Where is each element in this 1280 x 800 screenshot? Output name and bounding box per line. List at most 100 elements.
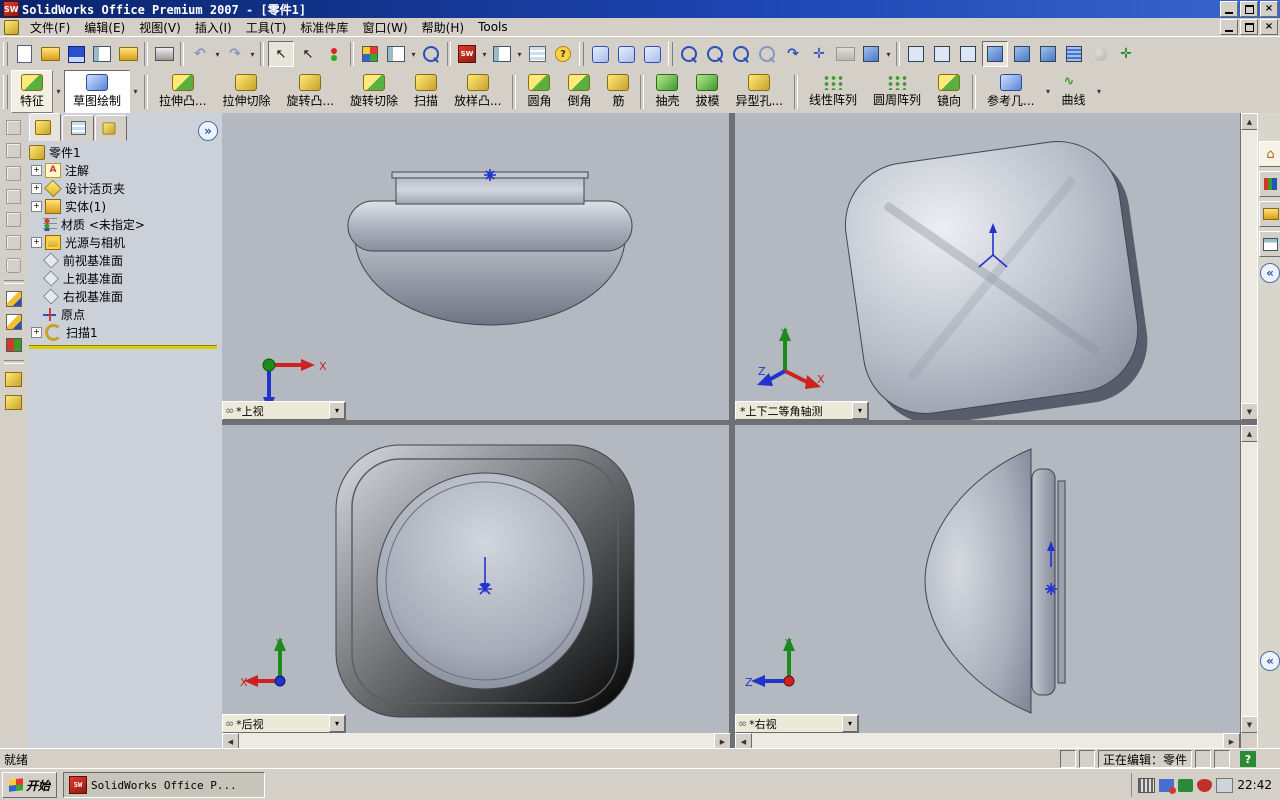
doc-minimize-button[interactable]	[1220, 19, 1238, 35]
tool-spiral-button[interactable]	[640, 42, 664, 66]
view-top-button[interactable]	[3, 209, 25, 229]
extrude-cut-button[interactable]: 拉伸切除	[214, 70, 278, 113]
rotate-disabled-button[interactable]	[833, 42, 857, 66]
curves-button[interactable]: ∿ 曲线	[1053, 70, 1093, 113]
viewport-isometric[interactable]: Y X Z *上下二等角轴测 ▾	[735, 113, 1240, 420]
tree-item-right-plane[interactable]: 右视基准面	[27, 287, 222, 305]
sketch-tab-button[interactable]: 草图绘制	[64, 70, 131, 113]
toolbar-grip[interactable]	[579, 42, 584, 66]
sweep-button[interactable]: 扫描	[406, 70, 446, 113]
rotate-view-button[interactable]: ↷	[781, 42, 805, 66]
make-drawing-button[interactable]	[90, 42, 114, 66]
magnifier-tray-icon[interactable]	[1178, 778, 1194, 792]
hidden-lines-removed-button[interactable]	[956, 42, 980, 66]
display-tray-icon[interactable]	[1216, 777, 1234, 793]
solidworks-menu-dropdown[interactable]: ▾	[480, 42, 489, 66]
panel-expand-chevron[interactable]: »	[198, 121, 218, 141]
propertymanager-tab[interactable]	[62, 115, 94, 141]
task-pane-home-tab[interactable]: ⌂	[1259, 141, 1280, 167]
redo-dropdown[interactable]: ▾	[248, 42, 257, 66]
tree-item-material[interactable]: 材质 <未指定>	[27, 215, 222, 233]
solidworks-resources-tab[interactable]	[1259, 171, 1280, 197]
view-right-button[interactable]	[3, 186, 25, 206]
pan-button[interactable]: ✛	[807, 42, 831, 66]
view-orientation-button[interactable]	[859, 42, 883, 66]
scroll-down-icon[interactable]: ▼	[1241, 716, 1258, 733]
selection-filter-button[interactable]: ↖	[296, 42, 320, 66]
preview-button[interactable]	[419, 42, 443, 66]
view-orientation-dropdown[interactable]: ▾	[884, 42, 893, 66]
doc-restore-button[interactable]	[1240, 19, 1258, 35]
shaded-button[interactable]	[1010, 42, 1034, 66]
features-dropdown[interactable]: ▾	[53, 70, 64, 113]
ime-keyboard-icon[interactable]	[1138, 777, 1156, 793]
view-back-button[interactable]	[3, 140, 25, 160]
sketch-tool-button[interactable]	[3, 289, 25, 309]
section-view-button[interactable]	[1062, 42, 1086, 66]
v-scrollbar-bottom-pane[interactable]: ▲ ▼	[1241, 425, 1258, 733]
expand-toggle[interactable]: +	[31, 200, 42, 212]
tree-item-top-plane[interactable]: 上视基准面	[27, 269, 222, 287]
reference-geometry-button[interactable]: 参考几...	[979, 70, 1042, 113]
featuremanager-tab[interactable]	[29, 113, 61, 141]
reference-geometry-dropdown[interactable]: ▾	[1042, 70, 1053, 113]
perspective-button[interactable]	[1088, 42, 1112, 66]
zoom-fit-button[interactable]	[677, 42, 701, 66]
configurationmanager-tab[interactable]	[95, 115, 127, 141]
hidden-lines-visible-button[interactable]	[930, 42, 954, 66]
tree-item-solid-bodies[interactable]: + 实体(1)	[27, 197, 222, 215]
rebuild-button[interactable]	[322, 42, 346, 66]
solidworks-menu-button[interactable]: SW	[455, 42, 479, 66]
revolve-cut-button[interactable]: 旋转切除	[342, 70, 406, 113]
view-label-dropdown[interactable]: ▾	[329, 715, 345, 732]
shaded-with-edges-button[interactable]	[982, 41, 1008, 67]
expand-toggle[interactable]: +	[31, 164, 42, 176]
view-label-back[interactable]: ∞ *后视 ▾	[222, 714, 346, 733]
fillet-button[interactable]: 圆角	[519, 70, 559, 113]
sketch-dropdown[interactable]: ▾	[130, 70, 141, 113]
v-scrollbar-top-pane[interactable]: ▲ ▼	[1241, 113, 1258, 420]
start-button[interactable]: 开始	[2, 772, 58, 798]
move-size-button[interactable]: ✛	[1114, 42, 1138, 66]
zoom-selected-button[interactable]	[755, 42, 779, 66]
view-label-isometric[interactable]: *上下二等角轴测 ▾	[735, 401, 869, 420]
tool-anchor-button[interactable]	[588, 42, 612, 66]
view-label-right[interactable]: ∞ *右视 ▾	[735, 714, 859, 733]
network-status-icon[interactable]	[1159, 778, 1177, 794]
viewport-back[interactable]: Y X ∞ *后视 ▾	[222, 425, 729, 733]
quick-tips-help-icon[interactable]: ?	[1240, 751, 1256, 767]
view-left-button[interactable]	[3, 163, 25, 183]
revolve-boss-button[interactable]: 旋转凸...	[279, 70, 342, 113]
feature-tool-button-2[interactable]	[3, 392, 25, 412]
task-pane-collapse-chevron[interactable]: «	[1260, 263, 1280, 283]
feature-tool-button-1[interactable]	[3, 369, 25, 389]
loft-button[interactable]: 放样凸...	[446, 70, 509, 113]
redo-button[interactable]: ↷	[223, 42, 247, 66]
tree-root[interactable]: 零件1	[27, 143, 222, 161]
menu-toolbox[interactable]: 标准件库	[293, 18, 355, 37]
task-pane-collapse-chevron-2[interactable]: «	[1260, 651, 1280, 671]
shadows-button[interactable]	[1036, 42, 1060, 66]
zoom-area-button[interactable]	[703, 42, 727, 66]
display-pane-button[interactable]	[525, 42, 549, 66]
circular-pattern-button[interactable]: 圆周阵列	[865, 70, 929, 113]
viewport-right[interactable]: Y Z ∞ *右视 ▾	[735, 425, 1240, 733]
expand-toggle[interactable]: +	[31, 236, 42, 248]
close-button[interactable]: ×	[1260, 1, 1278, 17]
menu-help[interactable]: 帮助(H)	[415, 18, 471, 37]
menu-insert[interactable]: 插入(I)	[188, 18, 239, 37]
relations-tool-button[interactable]	[3, 335, 25, 355]
h-scrollbar-left-pane[interactable]: ◀ ▶	[222, 733, 731, 750]
minimize-button[interactable]	[1220, 1, 1238, 17]
undo-dropdown[interactable]: ▾	[213, 42, 222, 66]
view-label-dropdown[interactable]: ▾	[852, 402, 868, 419]
tree-item-sweep1[interactable]: + 扫描1	[27, 323, 222, 341]
taskbar-task-solidworks[interactable]: SW SolidWorks Office P...	[63, 772, 266, 798]
curves-dropdown[interactable]: ▾	[1093, 70, 1104, 113]
scene-button[interactable]	[384, 42, 408, 66]
tree-item-lights-cameras[interactable]: + 光源与相机	[27, 233, 222, 251]
scroll-up-icon[interactable]: ▲	[1241, 425, 1258, 442]
rollback-bar[interactable]	[29, 345, 217, 349]
view-label-dropdown[interactable]: ▾	[329, 402, 345, 419]
scroll-down-icon[interactable]: ▼	[1241, 403, 1258, 420]
